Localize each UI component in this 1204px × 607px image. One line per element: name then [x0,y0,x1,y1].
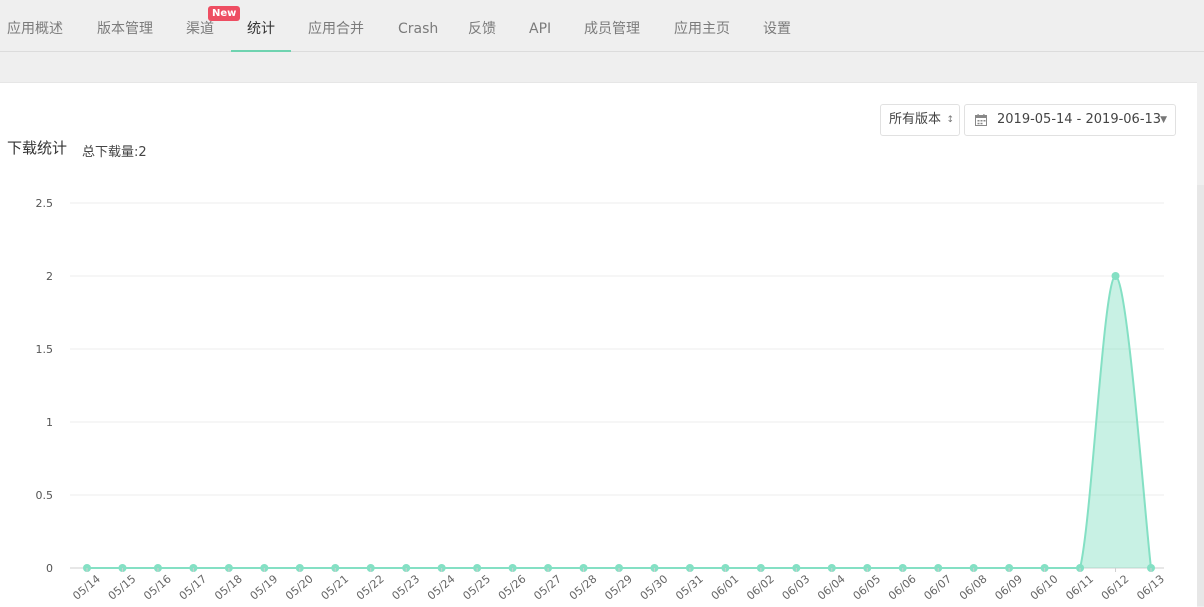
y-tick-label: 2 [46,270,53,283]
x-tick-label: 06/07 [921,572,954,602]
y-tick-label: 0.5 [36,489,54,502]
x-tick-label: 06/06 [886,572,919,602]
x-tick-label: 05/31 [673,572,706,602]
x-tick-label: 05/30 [638,572,671,602]
x-tick-label: 05/22 [354,572,387,602]
date-range-picker[interactable]: 2019-05-14 - 2019-06-13 ▼ [964,104,1176,136]
x-tick-label: 06/12 [1099,572,1132,602]
x-tick-label: 05/15 [106,572,139,602]
y-tick-label: 1.5 [36,343,54,356]
tab-crash[interactable]: Crash [398,0,438,51]
x-tick-label: 05/21 [319,572,352,602]
total-downloads: 总下载量:2 [82,145,147,160]
x-tick-label: 05/26 [496,572,529,602]
tab-feedback[interactable]: 反馈 [468,0,496,51]
tab-settings[interactable]: 设置 [763,0,791,51]
tab-members[interactable]: 成员管理 [584,0,640,51]
x-tick-label: 06/03 [780,572,813,602]
tab-app-homepage[interactable]: 应用主页 [674,0,730,51]
y-tick-label: 1 [46,416,53,429]
version-select[interactable]: 所有版本 ↕ [880,104,960,136]
x-tick-label: 05/20 [283,572,316,602]
y-tick-label: 2.5 [36,197,54,210]
x-tick-label: 05/19 [248,572,281,602]
download-chart: 00.511.522.505/14 05/15 05/16 05/17 05/18 05/… [36,197,1167,603]
x-tick-label: 06/11 [1063,572,1096,602]
x-tick-label: 06/04 [815,572,848,602]
x-tick-label: 06/02 [744,572,777,602]
x-tick-label: 05/25 [460,572,493,602]
x-tick-label: 06/13 [1134,572,1167,602]
tab-statistics[interactable]: 统计 [231,0,291,52]
x-tick-label: 05/27 [531,572,564,602]
x-tick-label: 05/16 [141,572,174,602]
sort-arrows-icon: ↕ [946,115,954,125]
calendar-icon [975,114,987,126]
tab-overview[interactable]: 应用概述 [7,0,63,51]
x-tick-label: 06/05 [851,572,884,602]
x-tick-label: 05/29 [602,572,635,602]
tab-versions[interactable]: 版本管理 [97,0,153,51]
page-gap [0,52,1204,82]
x-tick-label: 06/01 [709,572,742,602]
x-tick-label: 06/10 [1028,572,1061,602]
x-tick-label: 05/14 [70,572,103,602]
x-tick-label: 05/17 [177,572,210,602]
chevron-down-icon: ▼ [1160,115,1167,125]
data-point [1111,272,1120,280]
x-tick-label: 05/28 [567,572,600,602]
x-tick-label: 05/23 [389,572,422,602]
x-tick-label: 06/09 [992,572,1025,602]
x-tick-label: 05/24 [425,572,458,602]
x-tick-label: 05/18 [212,572,245,602]
tab-api[interactable]: API [529,0,551,51]
x-tick-label: 06/08 [957,572,990,602]
tab-app-merge[interactable]: 应用合并 [308,0,364,51]
chart-title: 下载统计 [7,139,68,157]
scrollbar-track[interactable] [1197,185,1204,606]
y-tick-label: 0 [46,562,53,575]
new-badge: New [208,6,241,21]
top-nav: 应用概述 版本管理 渠道 New 统计 应用合并 Crash 反馈 API 成员… [0,0,1204,52]
